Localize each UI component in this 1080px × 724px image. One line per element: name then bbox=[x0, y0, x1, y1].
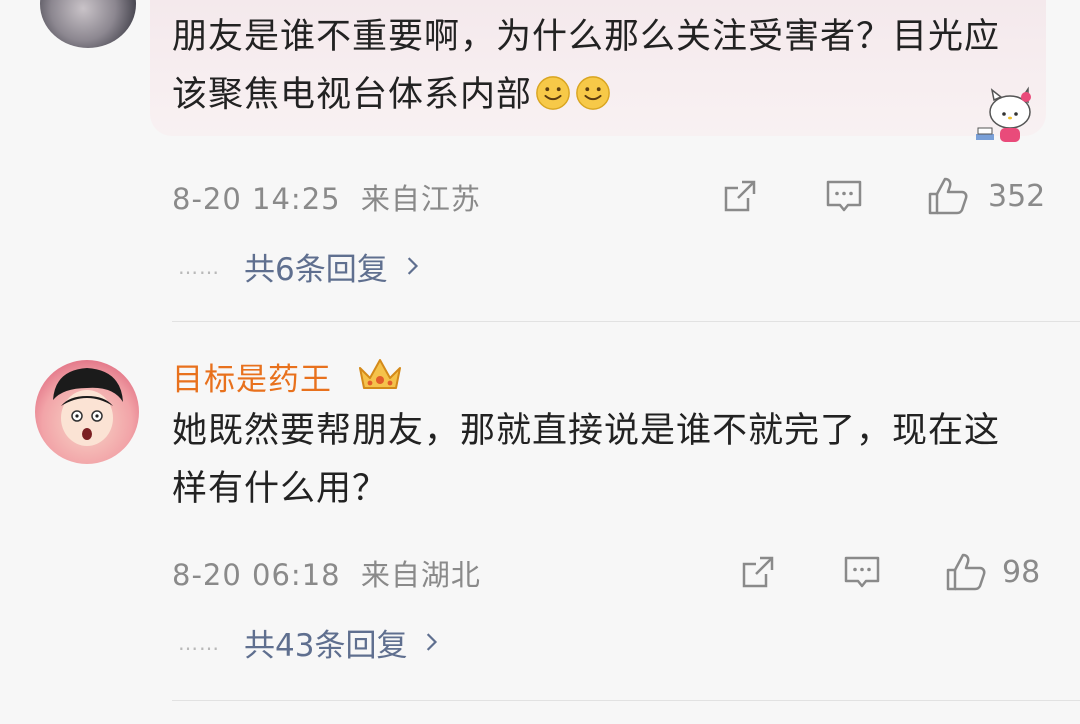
reply-count-label: 共43条回复 bbox=[244, 628, 408, 664]
like-count: 352 bbox=[988, 178, 1046, 214]
share-icon bbox=[720, 176, 760, 216]
divider bbox=[172, 700, 1080, 701]
share-button[interactable] bbox=[738, 552, 778, 592]
comment-button[interactable] bbox=[824, 176, 864, 216]
chevron-right-icon bbox=[425, 625, 439, 661]
comment-text: 她既然要帮朋友，那就直接说是谁不就完了，现在这样有什么用？ bbox=[172, 411, 1001, 509]
view-replies-link[interactable]: …… 共6条回复 bbox=[178, 244, 420, 289]
smiley-icon bbox=[534, 72, 572, 110]
comment-button[interactable] bbox=[842, 552, 882, 592]
timestamp: 8-20 06:18 bbox=[172, 558, 341, 592]
thumbs-up-icon bbox=[926, 174, 970, 218]
reply-count-label: 共6条回复 bbox=[244, 252, 388, 288]
timestamp: 8-20 14:25 bbox=[172, 182, 341, 216]
location: 来自湖北 bbox=[360, 558, 481, 592]
username[interactable]: 目标是药王 bbox=[172, 354, 332, 399]
comment-item: 目标是药王 她既然要帮朋友，那就直接说是谁不就完了，现在这样有什么用？ 8-20… bbox=[0, 322, 1080, 724]
comment-text: 朋友是谁不重要啊，为什么那么关注受害者？目光应该聚焦电视台体系内部 bbox=[172, 8, 1032, 124]
view-replies-link[interactable]: …… 共43条回复 bbox=[178, 620, 439, 665]
chevron-right-icon bbox=[406, 249, 420, 285]
comment-feed: 朋友是谁不重要啊，为什么那么关注受害者？目光应该聚焦电视台体系内部 8-20 1… bbox=[0, 0, 1080, 724]
like-button[interactable]: 98 bbox=[944, 550, 1040, 594]
reply-dots: …… bbox=[178, 254, 220, 279]
like-button[interactable]: 352 bbox=[926, 174, 1045, 218]
comment-icon bbox=[842, 552, 882, 592]
hello-kitty-decoration-icon bbox=[970, 86, 1042, 148]
location: 来自江苏 bbox=[360, 182, 481, 216]
thumbs-up-icon bbox=[944, 550, 988, 594]
like-count: 98 bbox=[1002, 554, 1041, 590]
comment-meta: 8-20 14:25 来自江苏 bbox=[172, 176, 481, 218]
comment-meta: 8-20 06:18 来自湖北 bbox=[172, 552, 481, 594]
avatar[interactable] bbox=[40, 0, 136, 48]
reply-dots: …… bbox=[178, 630, 220, 655]
avatar[interactable] bbox=[35, 360, 139, 464]
smiley-icon bbox=[574, 72, 612, 110]
crown-icon bbox=[356, 356, 404, 394]
share-button[interactable] bbox=[720, 176, 760, 216]
share-icon bbox=[738, 552, 778, 592]
comment-item: 朋友是谁不重要啊，为什么那么关注受害者？目光应该聚焦电视台体系内部 8-20 1… bbox=[0, 0, 1080, 322]
comment-icon bbox=[824, 176, 864, 216]
